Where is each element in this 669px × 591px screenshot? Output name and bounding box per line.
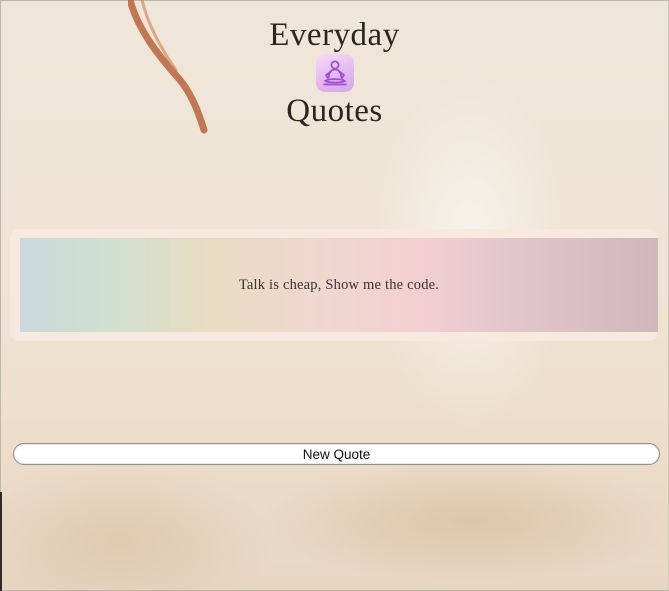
quote-text: Talk is cheap, Show me the code. bbox=[238, 276, 440, 293]
new-quote-button[interactable]: New Quote bbox=[13, 443, 660, 465]
window-edge bbox=[0, 492, 2, 591]
quote-card: Talk is cheap, Show me the code. bbox=[10, 229, 658, 341]
meditating-person-icon bbox=[315, 54, 354, 92]
quote-panel: Talk is cheap, Show me the code. bbox=[20, 238, 658, 332]
logo-graphic bbox=[322, 60, 347, 86]
title-line-1: Everyday bbox=[269, 17, 400, 53]
title-line-2: Quotes bbox=[286, 93, 383, 129]
app-header: Everyday Quotes bbox=[0, 16, 669, 130]
